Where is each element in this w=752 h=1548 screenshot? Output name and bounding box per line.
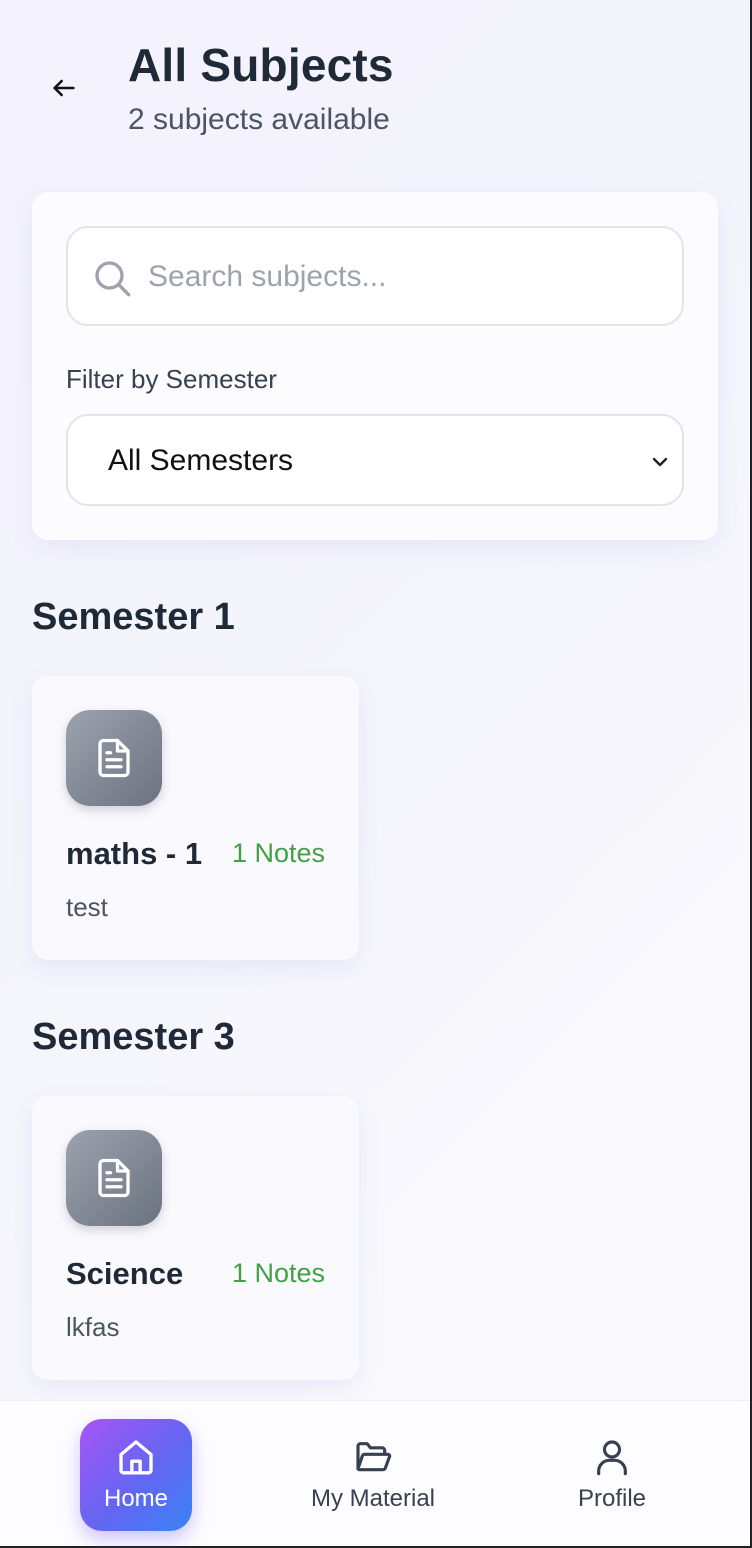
document-icon	[98, 1158, 130, 1198]
subject-icon-tile	[66, 1130, 162, 1226]
page-title: All Subjects	[128, 39, 394, 91]
semester-select[interactable]: All Semesters	[66, 414, 684, 506]
subject-description: lkfas	[66, 1312, 120, 1342]
nav-my-material-label: My Material	[310, 1485, 436, 1512]
search-input[interactable]	[148, 248, 668, 306]
page-header: All Subjects 2 subjects available	[0, 0, 750, 170]
subject-description: test	[66, 892, 108, 922]
section-title-semester-3: Semester 3	[32, 1016, 235, 1058]
home-icon	[119, 1440, 153, 1475]
subject-name: maths - 1	[66, 836, 203, 871]
section-title-semester-1: Semester 1	[32, 596, 235, 638]
notes-count: 1 Notes	[231, 838, 325, 868]
nav-profile[interactable]: Profile	[560, 1419, 664, 1531]
subject-icon-tile	[66, 710, 162, 806]
subject-count: 2 subjects available	[128, 103, 390, 136]
back-button[interactable]	[40, 66, 88, 110]
arrow-left-icon	[53, 79, 75, 97]
nav-my-material[interactable]: My Material	[300, 1419, 446, 1531]
filter-label: Filter by Semester	[66, 364, 277, 394]
document-icon	[98, 738, 130, 778]
filter-card: Filter by Semester All Semesters	[32, 192, 718, 540]
subject-card[interactable]: Science 1 Notes lkfas	[32, 1096, 359, 1380]
chevron-down-icon	[652, 457, 668, 467]
subject-card[interactable]: maths - 1 1 Notes test	[32, 676, 359, 960]
subject-name: Science	[66, 1256, 184, 1291]
nav-home-label: Home	[103, 1485, 169, 1512]
search-icon	[95, 261, 131, 297]
notes-count: 1 Notes	[231, 1258, 325, 1288]
nav-home[interactable]: Home	[80, 1419, 192, 1531]
search-box[interactable]	[66, 226, 684, 326]
user-icon	[597, 1440, 627, 1476]
nav-profile-label: Profile	[577, 1485, 647, 1512]
folder-open-icon	[356, 1442, 392, 1472]
semester-select-value: All Semesters	[108, 444, 294, 477]
bottom-navigation: Home My Material Profile	[0, 1400, 750, 1546]
